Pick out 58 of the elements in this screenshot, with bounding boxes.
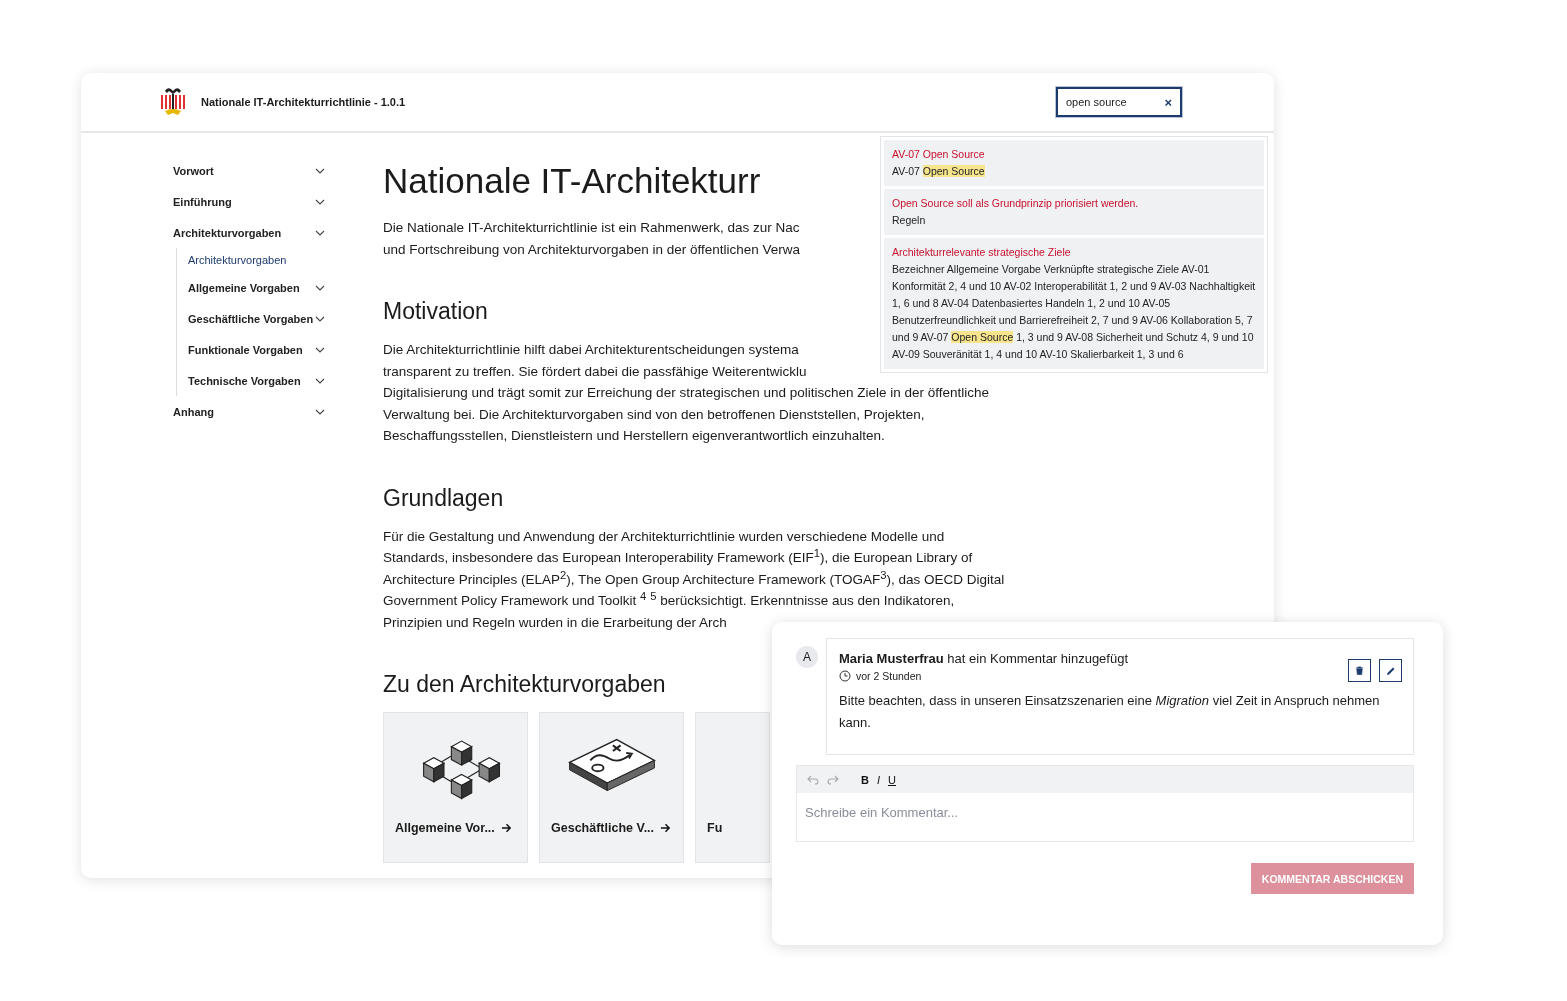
nav-item[interactable]: Funktionale Vorgaben	[188, 334, 325, 365]
category-card[interactable]: Geschäftliche V...	[539, 712, 684, 863]
chevron-icon	[315, 198, 325, 205]
pencil-icon	[1385, 665, 1396, 676]
chevron-icon	[315, 346, 325, 353]
format-button[interactable]: U	[888, 773, 896, 786]
category-card[interactable]: Fu	[695, 712, 770, 863]
section-paragraph: Digitalisierung und trägt somit zur Erreichung der strategischen und politischen Ziele in der öffentliche Verwaltung bei. Die Architekturvorgaben sind von den betroffenen Dienststellen, Projekten, Beschaffungsstellen, Dienstleistern und Herstellern eigenverantwortlich einzuhalten.	[383, 384, 990, 445]
card-title: Geschäftliche V...	[551, 821, 655, 835]
result-title: AV-07 Open Source	[892, 147, 986, 162]
result-snippet: AV-07 Open Source	[892, 164, 986, 179]
nav-item[interactable]: Allgemeine Vorgaben	[188, 272, 325, 303]
chevron-icon	[315, 229, 325, 236]
chevron-icon	[315, 284, 325, 291]
format-button[interactable]: B	[861, 773, 869, 786]
clock-icon	[839, 670, 851, 682]
result-snippet: Regeln	[892, 213, 927, 228]
result-title: Open Source soll als Grundprinzip priorisiert werden.	[892, 196, 1140, 211]
search-result[interactable]	[884, 238, 1264, 369]
comment-time: vor 2 Stunden	[856, 670, 922, 682]
comment-editor[interactable]: B I U Schreibe ein Kommentar...	[796, 765, 1414, 842]
trash-icon	[1355, 666, 1364, 675]
category-card[interactable]: Allgemeine Vor...	[383, 712, 528, 863]
nav-item[interactable]: Technische Vorgaben	[188, 365, 325, 396]
page-heading: Nationale IT-Architekturr	[383, 161, 761, 201]
format-button[interactable]: I	[876, 773, 880, 786]
nav-item[interactable]: Einführung	[173, 186, 325, 217]
chevron-icon	[315, 377, 325, 384]
arrow-right-icon	[660, 823, 672, 833]
chevron-icon	[315, 167, 325, 174]
avatar: A	[796, 646, 818, 668]
nav-item[interactable]: Vorwort	[173, 155, 325, 186]
arrow-right-icon	[500, 823, 512, 833]
card-title: Allgemeine Vor...	[395, 821, 495, 835]
search-result[interactable]: AV-07 Open Source AV-07 Open Source	[884, 140, 1264, 186]
site-title[interactable]: Nationale IT-Architekturrichtlinie - 1.0.1	[201, 96, 406, 108]
intro-paragraph: Die Nationale IT-Architekturrichtlinie ist ein Rahmenwerk, das zur Nac und Fortschreibung von Architekturvorgaben in der öffentlichen Verwa	[383, 219, 800, 259]
card-title: Fu	[707, 821, 723, 835]
search-result[interactable]: Open Source soll als Grundprinzip priorisiert werden. Regeln	[884, 189, 1264, 235]
nav-item[interactable]: Geschäftliche Vorgaben	[188, 303, 325, 334]
nav-item[interactable]: Anhang	[173, 396, 325, 427]
section-heading: Motivation	[383, 298, 488, 325]
clear-button[interactable]: ×	[1164, 94, 1172, 110]
nav-item[interactable]: Architekturvorgaben	[188, 248, 325, 272]
section-heading: Grundlagen	[383, 484, 504, 512]
chevron-icon	[315, 315, 325, 322]
delete-button[interactable]	[1348, 659, 1371, 682]
result-title: Architekturrelevante strategische Ziele	[892, 245, 1072, 260]
section-paragraph: Für die Gestaltung und Anwendung der Architekturrichtlinie wurden verschiedene Modelle und Standards, insbesondere das European Interoperability Framework (EIF$^{1}$), die European Library of Architecture Principles (ELAP$^{2}$), The Open Group Architecture Framework (TOGAF$^{3}$), das OECD Digital Government Policy Framework und Toolkit $^{4}$ $^{5}$ berücksichtigt. Erkenntnisse aus den Indikatoren, Prinzipien und Regeln wurden in die Erarbeitung der Arch	[383, 527, 1005, 632]
search-field[interactable]: open source ×	[1056, 87, 1182, 117]
edit-button[interactable]	[1379, 659, 1402, 682]
nav-item[interactable]: Architekturvorgaben	[173, 217, 325, 248]
result-snippet: Bezeichner Allgemeine Vorgabe Verknüpfte strategische Ziele AV-01 Konformität 2, 4 und 10 AV-02 Interoperabilität 1, 2 und 9 AV-03 Nachhaltigkeit 1, 6 und 8 AV-04 Datenbasiertes Handeln 1, 2 und 10 AV-05 Benutzerfreundlichkeit und Barrierefreiheit 2, 7 und 9 AV-06 Kollaboration 5, 7 und 9 AV-07 Open Source 1, 3 und 9 AV-08 Sicherheit und Schutz 4, 9 und 10 AV-09 Souveränität 1, 4 und 10 AV-10 Skalierbarkeit 1, 3 und 6	[892, 262, 1256, 362]
section-heading: Zu den Architekturvorgaben	[383, 671, 666, 698]
chevron-icon	[315, 408, 325, 415]
comment-author-line: Maria Musterfrau hat ein Kommentar hinzugefügt	[839, 651, 1130, 666]
section-paragraph: Die Architekturrichtlinie hilft dabei Architekturentscheidungen systema transparent zu treffen. Sie fördert dabei die passfähige Weiterentwicklu	[383, 341, 807, 381]
comment-text: Bitte beachten, dass in unseren Einsatzszenarien eine Migration viel Zeit in Anspruch nehmen kann.	[839, 692, 1381, 732]
